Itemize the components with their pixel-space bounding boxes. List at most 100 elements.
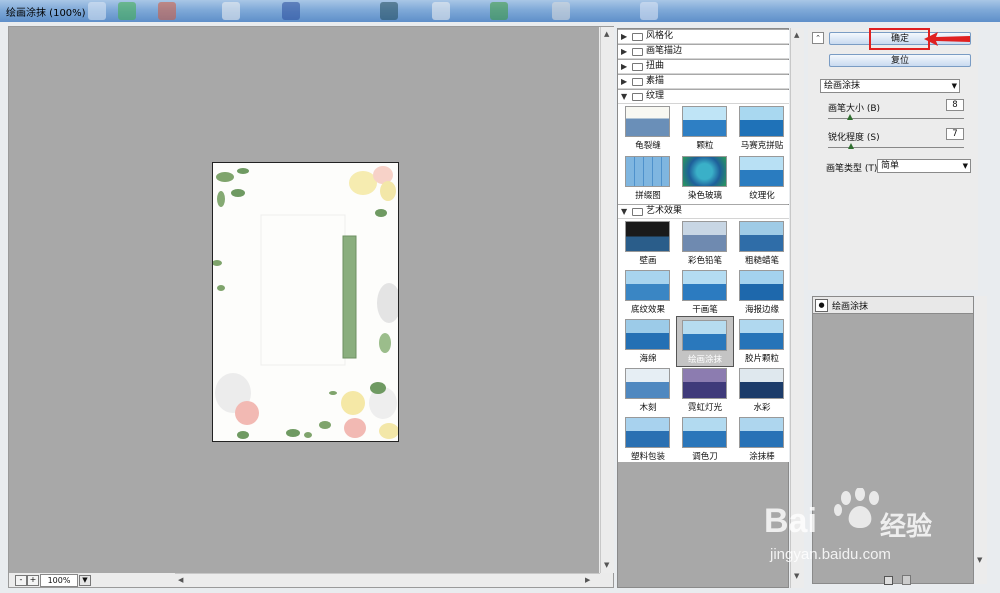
filter-label: 拼缀图: [635, 191, 661, 201]
thumbnail-image: [739, 106, 784, 137]
filter-label: 底纹效果: [630, 305, 665, 315]
scroll-down-icon[interactable]: ▼: [794, 572, 799, 580]
category-stylize[interactable]: ▶ 风格化: [618, 30, 789, 44]
filter-thumb-texturizer[interactable]: 纹理化: [736, 154, 788, 201]
reset-button[interactable]: 复位: [829, 54, 971, 67]
sharpness-field[interactable]: 7: [946, 128, 964, 140]
thumbnail-image: [739, 417, 784, 448]
filter-thumb-smudge-stick[interactable]: 涂抹棒: [736, 415, 788, 462]
texture-thumbnail-grid: 龟裂缝 颗粒 马赛克拼贴 拼缀图 染色玻璃 纹理化: [618, 104, 789, 204]
filter-thumb-mosaic-tiles[interactable]: 马赛克拼贴: [736, 104, 788, 151]
thumbnail-image: [682, 221, 727, 252]
baidu-brand-text-cn: 经验: [880, 512, 933, 542]
window-title: 绘画涂抹 (100%): [6, 8, 86, 19]
category-artistic[interactable]: ▼ 艺术效果: [618, 205, 789, 219]
thumbnail-image: [682, 270, 727, 301]
category-texture[interactable]: ▼ 纹理: [618, 90, 789, 104]
filter-thumb-dry-brush[interactable]: 干画笔: [679, 268, 731, 315]
category-label: 纹理: [646, 91, 665, 101]
filter-thumb-watercolor[interactable]: 水彩: [736, 366, 788, 413]
thumbnail-image: [739, 270, 784, 301]
thumbnail-image: [682, 156, 727, 187]
zoom-level-field[interactable]: 100%: [40, 574, 78, 587]
filter-thumb-sponge[interactable]: 海绵: [622, 317, 674, 364]
expand-arrow-icon[interactable]: ▶: [621, 75, 627, 88]
filter-label: 马赛克拼贴: [740, 141, 784, 151]
scroll-up-icon[interactable]: ▲: [604, 30, 609, 38]
filter-thumb-colored-pencil[interactable]: 彩色铅笔: [679, 219, 731, 266]
brush-type-value: 简单: [881, 161, 900, 171]
category-label: 风格化: [646, 31, 674, 41]
category-label: 素描: [646, 76, 665, 86]
filter-thumb-paint-daubs[interactable]: 绘画涂抹: [676, 316, 734, 367]
preview-horizontal-scrollbar[interactable]: ◀ ▶: [175, 573, 600, 587]
filter-thumb-patchwork[interactable]: 拼缀图: [622, 154, 674, 201]
filter-thumb-palette-knife[interactable]: 调色刀: [679, 415, 731, 462]
taskbar-app-icon: [282, 2, 300, 20]
delete-effect-layer-icon[interactable]: [902, 575, 911, 585]
effect-layer-row[interactable]: ● 绘画涂抹: [813, 297, 973, 314]
thumbnail-image: [625, 368, 670, 399]
filter-thumb-underpainting[interactable]: 底纹效果: [622, 268, 674, 315]
category-brush-strokes[interactable]: ▶ 画笔描边: [618, 45, 789, 59]
brush-size-field[interactable]: 8: [946, 99, 964, 111]
thumbnail-image: [682, 320, 727, 351]
thumbnail-image: [739, 319, 784, 350]
filter-thumb-film-grain[interactable]: 胶片颗粒: [736, 317, 788, 364]
zoom-bar: - + 100% ▼: [9, 573, 175, 587]
filter-select-value: 绘画涂抹: [824, 81, 861, 91]
brush-size-label: 画笔大小 (B): [828, 104, 881, 114]
filter-thumb-craquelure[interactable]: 龟裂缝: [622, 104, 674, 151]
zoom-in-button[interactable]: +: [27, 575, 39, 586]
filter-thumb-grain[interactable]: 颗粒: [679, 104, 731, 151]
folder-icon: [632, 48, 643, 56]
scroll-left-icon[interactable]: ◀: [178, 576, 183, 584]
scroll-down-icon[interactable]: ▼: [604, 561, 609, 569]
thumbnail-image: [625, 106, 670, 137]
collapse-arrow-icon[interactable]: ▼: [621, 90, 627, 103]
dropdown-arrow-icon: ▼: [951, 82, 957, 90]
new-effect-layer-icon[interactable]: [884, 576, 893, 585]
filter-thumb-plastic-wrap[interactable]: 塑料包装: [622, 415, 674, 462]
folder-open-icon: [632, 208, 643, 216]
expand-arrow-icon[interactable]: ▶: [621, 30, 627, 43]
filter-thumb-poster-edges[interactable]: 海报边缘: [736, 268, 788, 315]
collapse-arrow-icon[interactable]: ▼: [621, 205, 627, 218]
filter-thumb-neon-glow[interactable]: 霓虹灯光: [679, 366, 731, 413]
floral-card-image: [213, 166, 398, 439]
category-label: 艺术效果: [646, 206, 683, 216]
brush-size-slider-knob[interactable]: [846, 114, 853, 120]
sharpness-slider-knob[interactable]: [848, 143, 855, 149]
brush-type-label: 画笔类型 (T):: [826, 164, 881, 174]
baidu-watermark: Bai 经验 jingyan.baidu.com: [760, 487, 980, 568]
zoom-out-button[interactable]: -: [15, 575, 27, 586]
expand-arrow-icon[interactable]: ▶: [621, 60, 627, 73]
category-distort[interactable]: ▶ 扭曲: [618, 60, 789, 74]
filter-thumb-fresco[interactable]: 壁画: [622, 219, 674, 266]
thumbnail-image: [625, 270, 670, 301]
dropdown-arrow-icon: ▼: [962, 162, 968, 170]
category-label: 画笔描边: [646, 46, 683, 56]
preview-vertical-scrollbar[interactable]: ▲ ▼: [600, 27, 614, 573]
filter-label: 染色玻璃: [687, 191, 722, 201]
effect-layer-name: 绘画涂抹: [832, 302, 869, 312]
category-label: 扭曲: [646, 61, 665, 71]
taskbar-app-icon: [490, 2, 508, 20]
category-sketch[interactable]: ▶ 素描: [618, 75, 789, 89]
filter-label: 纹理化: [749, 191, 775, 201]
filter-select[interactable]: 绘画涂抹 ▼: [820, 79, 960, 93]
filter-label: 海绵: [639, 354, 657, 364]
expand-arrow-icon[interactable]: ▶: [621, 45, 627, 58]
brush-type-select[interactable]: 简单 ▼: [877, 159, 971, 173]
zoom-dropdown-icon[interactable]: ▼: [79, 575, 91, 586]
scroll-right-icon[interactable]: ▶: [585, 576, 590, 584]
annotation-arrow-icon: [924, 32, 970, 46]
filter-thumb-rough-pastels[interactable]: 粗糙蜡笔: [736, 219, 788, 266]
taskbar-app-icon: [118, 2, 136, 20]
collapse-gallery-icon[interactable]: ⌃: [812, 32, 824, 44]
filter-thumb-cutout[interactable]: 木刻: [622, 366, 674, 413]
eye-icon[interactable]: ●: [815, 299, 828, 312]
scroll-up-icon[interactable]: ▲: [794, 31, 799, 39]
filter-label: 霓虹灯光: [687, 403, 722, 413]
filter-thumb-stained-glass[interactable]: 染色玻璃: [679, 154, 731, 201]
